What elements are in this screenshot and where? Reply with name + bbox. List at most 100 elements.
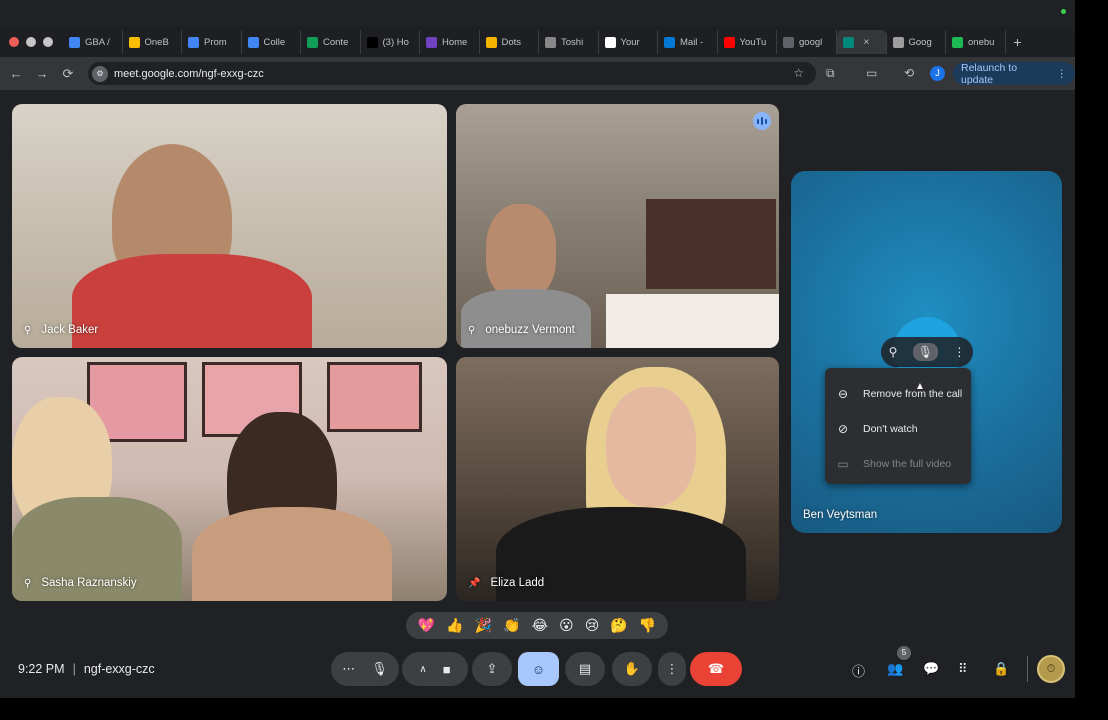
browser-tab[interactable]: Colle	[242, 30, 301, 54]
reaction-emoji-button[interactable]: 😮	[559, 617, 574, 634]
browser-tab[interactable]: ×	[836, 30, 887, 54]
pin-icon[interactable]: ⚲	[889, 345, 898, 359]
participant-tile[interactable]: ⚲ Jack Baker	[12, 104, 447, 348]
tab-favicon-icon	[842, 36, 854, 48]
browser-tab[interactable]: Goog	[887, 30, 946, 54]
tab-label: Mail -	[680, 36, 704, 48]
close-tab-icon[interactable]: ×	[864, 37, 870, 48]
mic-control-group: ⋯ 🎙	[331, 652, 399, 686]
new-tab-button[interactable]: +	[1006, 34, 1030, 50]
reaction-emoji-button[interactable]: 💖	[418, 617, 435, 634]
tab-label: YouTu	[739, 36, 767, 48]
minimize-window-button[interactable]	[26, 37, 36, 47]
bed	[606, 294, 779, 348]
self-avatar[interactable]: ⏱	[1037, 655, 1065, 683]
extensions-icon[interactable]: ⧉	[826, 66, 835, 81]
tab-favicon-icon	[247, 36, 259, 48]
maximize-window-button[interactable]	[43, 37, 53, 47]
reaction-emoji-button[interactable]: 👏	[503, 617, 520, 634]
menu-item-dont-watch[interactable]: ⊘ Don't watch	[825, 411, 971, 446]
menu-item-label: Don't watch	[863, 422, 918, 435]
menu-item-remove-from-call[interactable]: ⊖ Remove from the call	[825, 376, 971, 411]
bookmark-star-icon[interactable]: ☆	[793, 66, 804, 80]
audio-settings-icon[interactable]: ⋯	[342, 661, 355, 677]
reaction-emoji-button[interactable]: 👎	[639, 617, 656, 634]
reaction-emoji-button[interactable]: 👍	[446, 617, 463, 634]
reaction-emoji-button[interactable]: 🎉	[475, 617, 492, 634]
browser-tab[interactable]: GBA /	[63, 30, 123, 54]
tab-label: OneB	[144, 36, 169, 48]
reload-button[interactable]: ⟳	[55, 66, 81, 82]
profile-avatar[interactable]: J	[930, 66, 945, 81]
browser-tab[interactable]: Mail -	[658, 30, 718, 54]
forward-button[interactable]: →	[29, 66, 55, 81]
camera-indicator-icon	[1061, 9, 1066, 14]
browser-tab[interactable]: onebu	[946, 30, 1006, 54]
browser-tab[interactable]: Home	[420, 30, 480, 54]
more-options-button[interactable]: ⋮	[658, 652, 686, 686]
more-options-icon[interactable]: ⋮	[953, 345, 965, 359]
current-time: 9:22 PM	[18, 662, 65, 676]
reactions-button[interactable]: ☺	[518, 652, 559, 686]
tab-favicon-icon	[604, 36, 616, 48]
meeting-details-icon[interactable]: ⓘ	[852, 661, 865, 680]
leave-call-button[interactable]: ☎	[690, 652, 742, 686]
more-vert-icon[interactable]: ⋮	[1057, 68, 1068, 80]
present-screen-button[interactable]: ⇪	[472, 652, 512, 686]
camera-control-group: ∧ ■	[402, 652, 468, 686]
activities-icon[interactable]: ⠿	[958, 661, 968, 677]
tab-favicon-icon	[128, 36, 140, 48]
camera-icon[interactable]: ■	[443, 662, 451, 677]
browser-tab[interactable]: OneB	[123, 30, 182, 54]
captions-button[interactable]: ▤	[565, 652, 605, 686]
people-icon[interactable]: 👥	[887, 661, 903, 677]
remove-circle-icon: ⊖	[837, 386, 849, 401]
participant-tile[interactable]: ⚲ onebuzz Vermont	[456, 104, 779, 348]
tab-favicon-icon	[783, 36, 794, 48]
browser-tab[interactable]: Prom	[182, 30, 242, 54]
browser-tab[interactable]: YouTu	[718, 30, 777, 54]
meeting-code: ngf-exxg-czc	[83, 662, 155, 676]
participant-label: Ben Veytsman	[803, 509, 877, 521]
tab-label: GBA /	[85, 36, 110, 48]
raise-hand-button[interactable]: ✋	[612, 652, 652, 686]
tab-favicon-icon	[188, 36, 199, 48]
window-controls	[0, 37, 63, 47]
tab-favicon-icon	[952, 36, 963, 48]
browser-tab[interactable]: Your	[599, 30, 658, 54]
close-window-button[interactable]	[9, 37, 19, 47]
reaction-emoji-button[interactable]: 🤔	[610, 617, 627, 634]
reaction-emoji-button[interactable]: 😂	[532, 617, 548, 634]
tab-favicon-icon	[723, 36, 735, 48]
browser-tab[interactable]: Conte	[301, 30, 361, 54]
back-button[interactable]: ←	[3, 66, 29, 81]
site-info-icon[interactable]: ⚙	[92, 65, 108, 82]
relaunch-button[interactable]: Relaunch to update ⋮	[953, 61, 1075, 86]
tab-label: Home	[442, 36, 468, 48]
participant-context-menu: ⊖ Remove from the call ⊘ Don't watch ▭ S…	[825, 368, 971, 484]
tab-favicon-icon	[366, 36, 378, 48]
microphone-icon[interactable]: 🎙	[371, 661, 388, 677]
browser-tab[interactable]: (3) Ho	[361, 30, 420, 54]
browser-tab[interactable]: Dots	[480, 30, 539, 54]
tab-label: googl	[799, 36, 823, 48]
meeting-info: 9:22 PM | ngf-exxg-czc	[18, 662, 155, 676]
chevron-up-icon[interactable]: ∧	[419, 664, 426, 675]
chat-icon[interactable]: 💬	[923, 661, 939, 677]
relaunch-label: Relaunch to update	[961, 61, 1018, 86]
participant-figure	[606, 387, 696, 507]
tab-favicon-icon	[426, 36, 437, 48]
host-controls-icon[interactable]: 🔒	[993, 661, 1009, 677]
participant-shirt	[192, 507, 392, 601]
participant-tile[interactable]: ⚲ Sasha Raznanskiy	[12, 357, 447, 601]
profile-switch-icon[interactable]: ⟲	[904, 66, 914, 80]
participant-tile[interactable]: 📌 Eliza Ladd	[456, 357, 779, 601]
address-bar[interactable]: ⚙ meet.google.com/ngf-exxg-czc ☆	[88, 62, 816, 85]
cast-icon[interactable]: ▭	[866, 66, 877, 80]
tab-favicon-icon	[664, 36, 675, 48]
hand-icon: ✋	[623, 661, 641, 676]
browser-tab[interactable]: Toshi	[539, 30, 599, 54]
browser-tab[interactable]: googl	[777, 30, 837, 54]
reaction-emoji-button[interactable]: 😢	[585, 617, 600, 634]
mute-participant-icon[interactable]: 🎙	[912, 343, 938, 361]
